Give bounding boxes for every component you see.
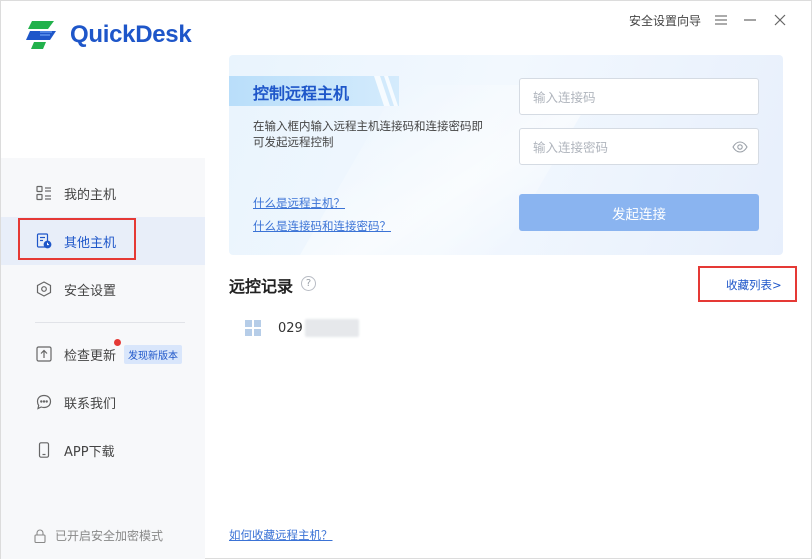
secure-mode-status: 已开启安全加密模式 bbox=[33, 527, 163, 544]
sidebar-item-contact[interactable]: 联系我们 bbox=[1, 378, 205, 426]
quickdesk-logo-icon bbox=[26, 19, 62, 51]
how-to-favorite-link[interactable]: 如何收藏远程主机？ bbox=[229, 527, 333, 543]
sidebar: QuickDesk 我的主机 其他主机 安全设置 检查更新 发现新版本 联系我们… bbox=[1, 1, 205, 559]
minimize-icon[interactable] bbox=[740, 10, 760, 30]
chat-icon bbox=[35, 393, 53, 411]
slashes-decoration bbox=[374, 76, 398, 106]
sidebar-item-other-hosts[interactable]: 其他主机 bbox=[1, 217, 205, 265]
sidebar-item-label: 其他主机 bbox=[64, 235, 117, 251]
connect-panel: 控制远程主机 在输入框内输入远程主机连接码和连接密码即可发起远程控制 什么是远程… bbox=[229, 55, 783, 255]
sidebar-item-security[interactable]: 安全设置 bbox=[1, 265, 205, 313]
app-window: QuickDesk 我的主机 其他主机 安全设置 检查更新 发现新版本 联系我们… bbox=[0, 0, 812, 559]
sidebar-item-check-update[interactable]: 检查更新 发现新版本 bbox=[1, 330, 205, 378]
connect-title: 控制远程主机 bbox=[253, 84, 350, 103]
phone-icon bbox=[35, 441, 53, 459]
list-item[interactable]: 029 bbox=[245, 319, 359, 337]
redacted-host-id bbox=[304, 319, 359, 337]
sidebar-divider bbox=[35, 322, 185, 323]
sidebar-item-app-download[interactable]: APP下载 bbox=[1, 426, 205, 474]
what-is-code-password-link[interactable]: 什么是连接码和连接密码？ bbox=[253, 218, 391, 234]
sidebar-item-label: 联系我们 bbox=[64, 396, 117, 412]
title-bar: 安全设置向导 bbox=[205, 1, 812, 39]
windows-icon bbox=[245, 320, 261, 336]
secure-mode-label: 已开启安全加密模式 bbox=[55, 529, 164, 543]
connect-button[interactable]: 发起连接 bbox=[519, 194, 759, 231]
sidebar-item-label: 我的主机 bbox=[64, 187, 117, 203]
connection-password-input[interactable]: 输入连接密码 bbox=[519, 128, 759, 165]
app-logo: QuickDesk bbox=[26, 19, 192, 51]
eye-icon[interactable] bbox=[732, 140, 748, 154]
sidebar-item-my-hosts[interactable]: 我的主机 bbox=[1, 169, 205, 217]
record-host-id: 029 bbox=[278, 320, 303, 336]
sidebar-item-label: 安全设置 bbox=[64, 283, 117, 299]
what-is-remote-host-link[interactable]: 什么是远程主机？ bbox=[253, 195, 345, 211]
notification-dot bbox=[114, 339, 121, 346]
records-title: 远控记录 bbox=[229, 277, 294, 296]
help-icon[interactable]: ? bbox=[301, 276, 316, 291]
shield-icon bbox=[35, 280, 53, 298]
favorites-list-link[interactable]: 收藏列表> bbox=[726, 277, 782, 293]
new-version-badge: 发现新版本 bbox=[124, 344, 183, 364]
logo-area: QuickDesk bbox=[1, 1, 205, 158]
app-name: QuickDesk bbox=[70, 21, 192, 48]
lock-icon bbox=[33, 528, 47, 543]
sidebar-item-label: 检查更新 bbox=[64, 348, 117, 364]
connection-code-placeholder: 输入连接码 bbox=[533, 90, 596, 105]
update-icon bbox=[35, 345, 53, 363]
security-guide-link[interactable]: 安全设置向导 bbox=[629, 12, 701, 29]
remote-host-icon bbox=[35, 232, 53, 250]
connection-code-input[interactable]: 输入连接码 bbox=[519, 78, 759, 115]
menu-icon[interactable] bbox=[711, 10, 731, 30]
host-list-icon bbox=[35, 184, 53, 202]
sidebar-item-label: APP下载 bbox=[64, 444, 115, 460]
close-icon[interactable] bbox=[770, 10, 790, 30]
connect-description: 在输入框内输入远程主机连接码和连接密码即可发起远程控制 bbox=[253, 119, 483, 149]
connection-password-placeholder: 输入连接密码 bbox=[533, 140, 609, 155]
